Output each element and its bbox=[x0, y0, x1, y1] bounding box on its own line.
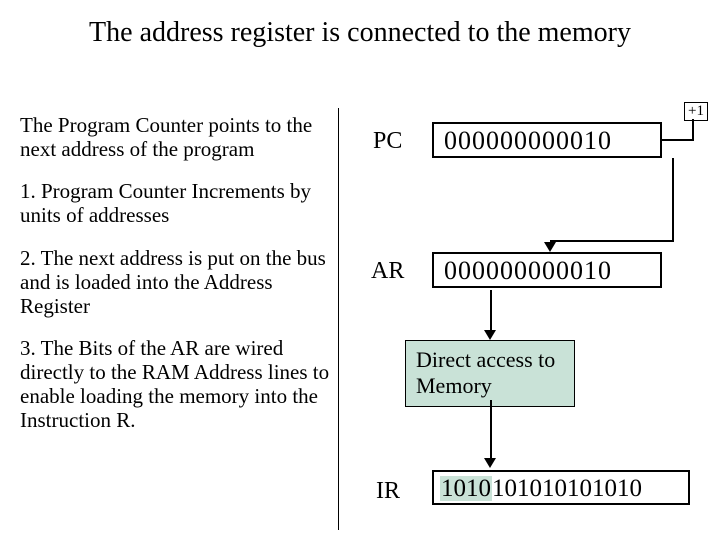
wire-pc-to-ar-v bbox=[672, 158, 674, 242]
memory-access-box: Direct access to Memory bbox=[405, 340, 575, 407]
arrow-into-ir bbox=[484, 458, 496, 468]
ir-label: IR bbox=[376, 478, 400, 505]
wire-pc-to-ar-h bbox=[550, 240, 674, 242]
wire-mem-to-ir bbox=[490, 400, 492, 460]
explanation-column: The Program Counter points to the next a… bbox=[20, 113, 336, 451]
intro-text: The Program Counter points to the next a… bbox=[20, 113, 336, 161]
increment-box: +1 bbox=[684, 102, 708, 121]
ar-label: AR bbox=[371, 258, 404, 285]
pc-label: PC bbox=[373, 128, 402, 155]
wire-ar-to-mem bbox=[490, 290, 492, 332]
arrow-into-mem bbox=[484, 330, 496, 340]
step-1-text: 1. Program Counter Increments by units o… bbox=[20, 179, 336, 227]
arrow-into-ar bbox=[544, 242, 556, 252]
step-3-text: 3. The Bits of the AR are wired directly… bbox=[20, 336, 336, 433]
ar-register-box: 000000000010 bbox=[432, 252, 662, 288]
ir-highlighted-bits: 1010 bbox=[440, 476, 492, 501]
ir-register-box: 1010101010101010 bbox=[432, 470, 690, 505]
pc-register-box: 000000000010 bbox=[432, 122, 662, 158]
step-2-text: 2. The next address is put on the bus an… bbox=[20, 246, 336, 318]
wire-pc-to-plus1-v bbox=[692, 119, 694, 141]
column-divider bbox=[338, 108, 339, 530]
ir-remaining-bits: 101010101010 bbox=[492, 475, 642, 502]
page-title: The address register is connected to the… bbox=[0, 16, 720, 50]
wire-pc-to-plus1-h bbox=[662, 139, 694, 141]
